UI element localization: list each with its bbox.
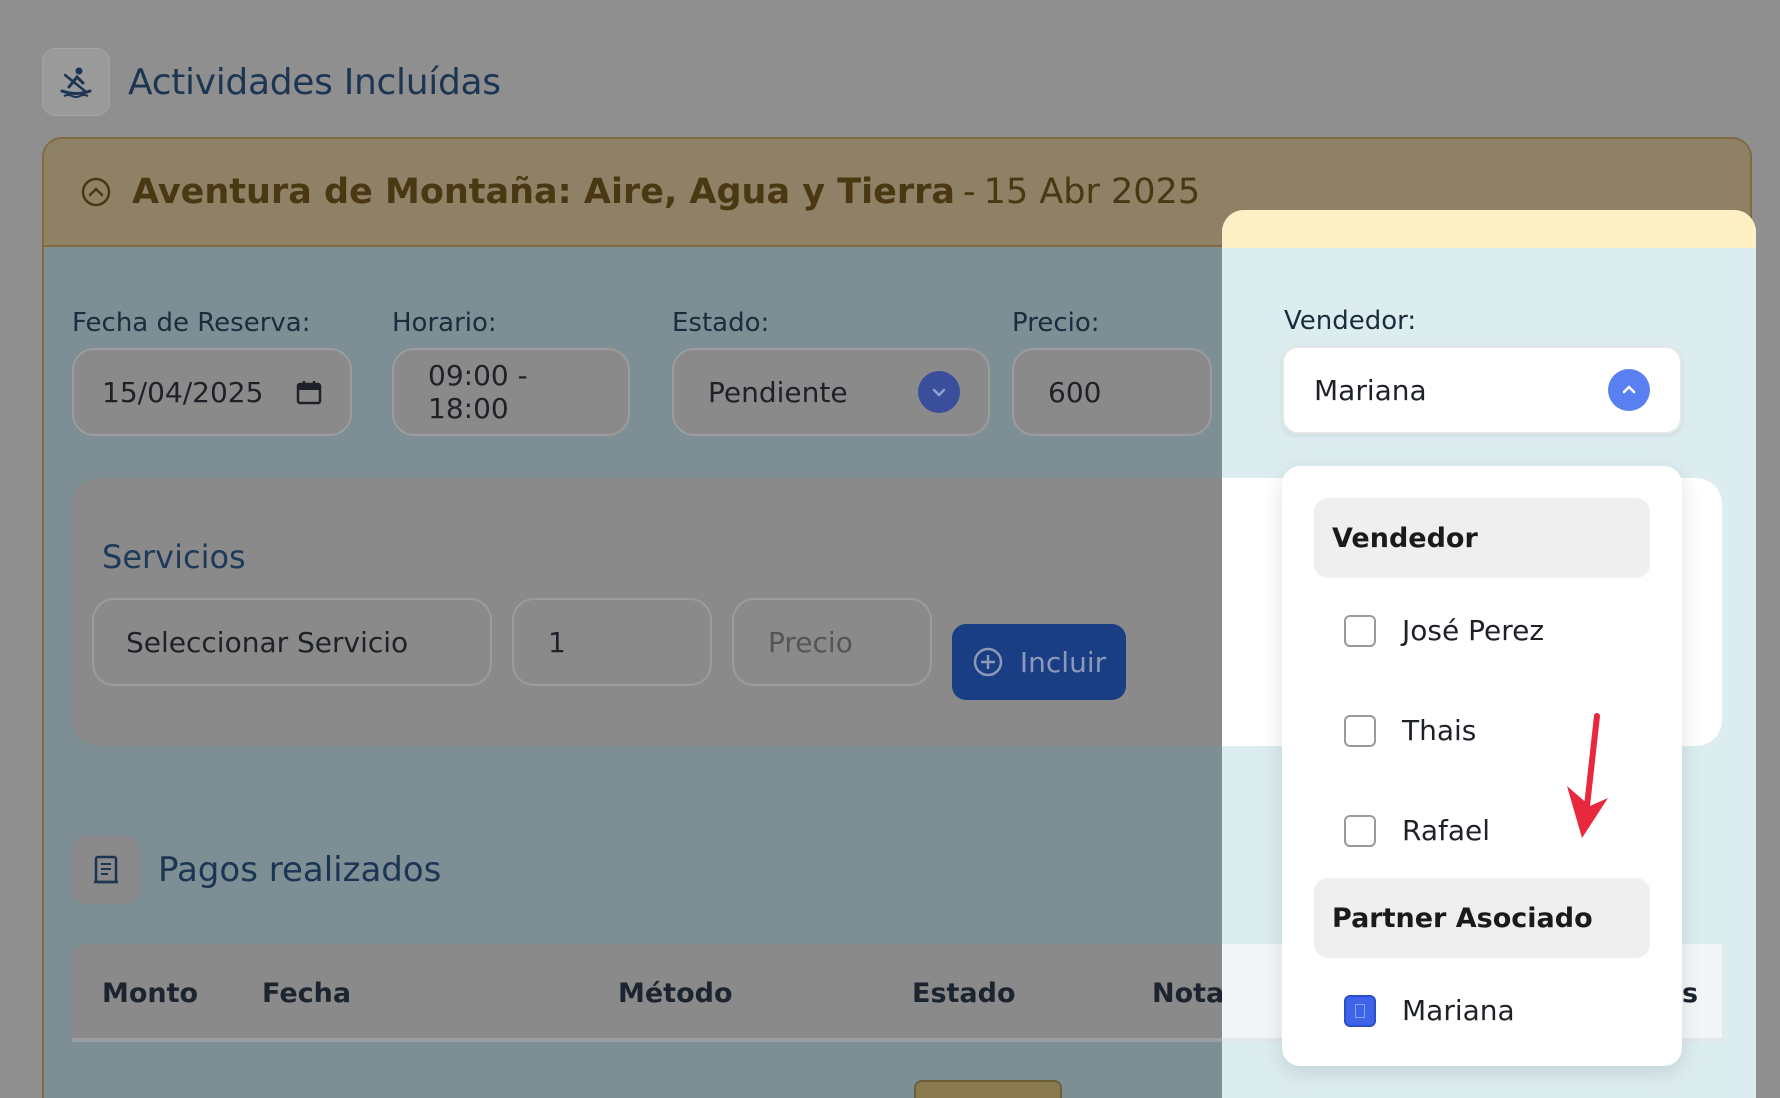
option-jose-perez[interactable]: José Perez [1344,614,1544,647]
vendedor-label: Vendedor: [1284,306,1417,336]
payments-title: Pagos realizados [158,850,442,890]
option-mariana[interactable]: Mariana [1344,994,1515,1027]
highlight-header-strip [1222,210,1756,248]
checkbox[interactable] [1344,614,1376,647]
kayak-icon [42,48,110,116]
estado-select[interactable]: Pendiente [672,348,990,436]
include-button-label: Incluir [1019,645,1107,679]
service-price-input[interactable]: Precio [732,598,932,686]
group-header-vendedor: Vendedor [1314,498,1650,578]
horario-value: 09:00 - 18:00 [428,359,528,425]
precio-value: 600 [1048,375,1102,409]
service-select-value: Seleccionar Servicio [126,625,409,659]
activity-separator: - [963,172,976,212]
estado-label: Estado: [672,308,770,338]
page-header: Actividades Incluídas [42,48,501,116]
page-title: Actividades Incluídas [128,61,501,103]
column-estado: Estado [912,978,1016,1009]
option-label: Rafael [1402,814,1491,847]
precio-input[interactable]: 600 [1012,348,1212,436]
service-select[interactable]: Seleccionar Servicio [92,598,492,686]
estado-value: Pendiente [708,375,848,409]
precio-label: Precio: [1012,308,1100,338]
option-rafael[interactable]: Rafael [1344,814,1490,847]
horario-input[interactable]: 09:00 - 18:00 [392,348,630,436]
group-header-partner-asociado: Partner Asociado [1314,878,1650,958]
horario-label: Horario: [392,308,497,338]
plus-circle-icon [973,647,1003,677]
fecha-label: Fecha de Reserva: [72,308,311,338]
column-monto: Monto [102,978,199,1009]
option-thais[interactable]: Thais [1344,714,1476,747]
fecha-value: 15/04/2025 [102,375,264,409]
service-price-placeholder: Precio [768,625,853,659]
activity-title: Aventura de Montaña: Aire, Agua y Tierra [132,172,956,212]
quantity-value: 1 [548,625,566,659]
vendedor-select[interactable]: Mariana [1282,346,1682,434]
column-fecha: Fecha [262,978,352,1009]
calendar-icon[interactable] [296,379,322,405]
checkbox[interactable] [1344,814,1376,847]
quantity-input[interactable]: 1 [512,598,712,686]
fecha-input[interactable]: 15/04/2025 [72,348,352,436]
option-label: José Perez [1402,614,1545,647]
vendedor-value: Mariana [1314,373,1427,407]
checkbox-checked[interactable] [1344,994,1376,1027]
chevron-up-icon[interactable] [1608,369,1650,411]
checkbox[interactable] [1344,714,1376,747]
red-arrow-annotation [1567,713,1608,838]
option-label: Thais [1402,714,1477,747]
activity-date: 15 Abr 2025 [983,172,1201,212]
highlight-region: s Vendedor: Mariana Vendedor José Perez … [1222,210,1756,1098]
services-title: Servicios [102,538,246,576]
column-acciones-partial: s [1682,978,1699,1009]
include-button[interactable]: Incluir [952,624,1126,700]
status-badge [914,1080,1062,1098]
chevron-up-circle-icon[interactable] [80,176,112,208]
column-metodo: Método [618,978,733,1009]
chevron-down-icon[interactable] [918,371,960,413]
option-label: Mariana [1402,994,1515,1027]
receipt-icon [72,836,140,904]
